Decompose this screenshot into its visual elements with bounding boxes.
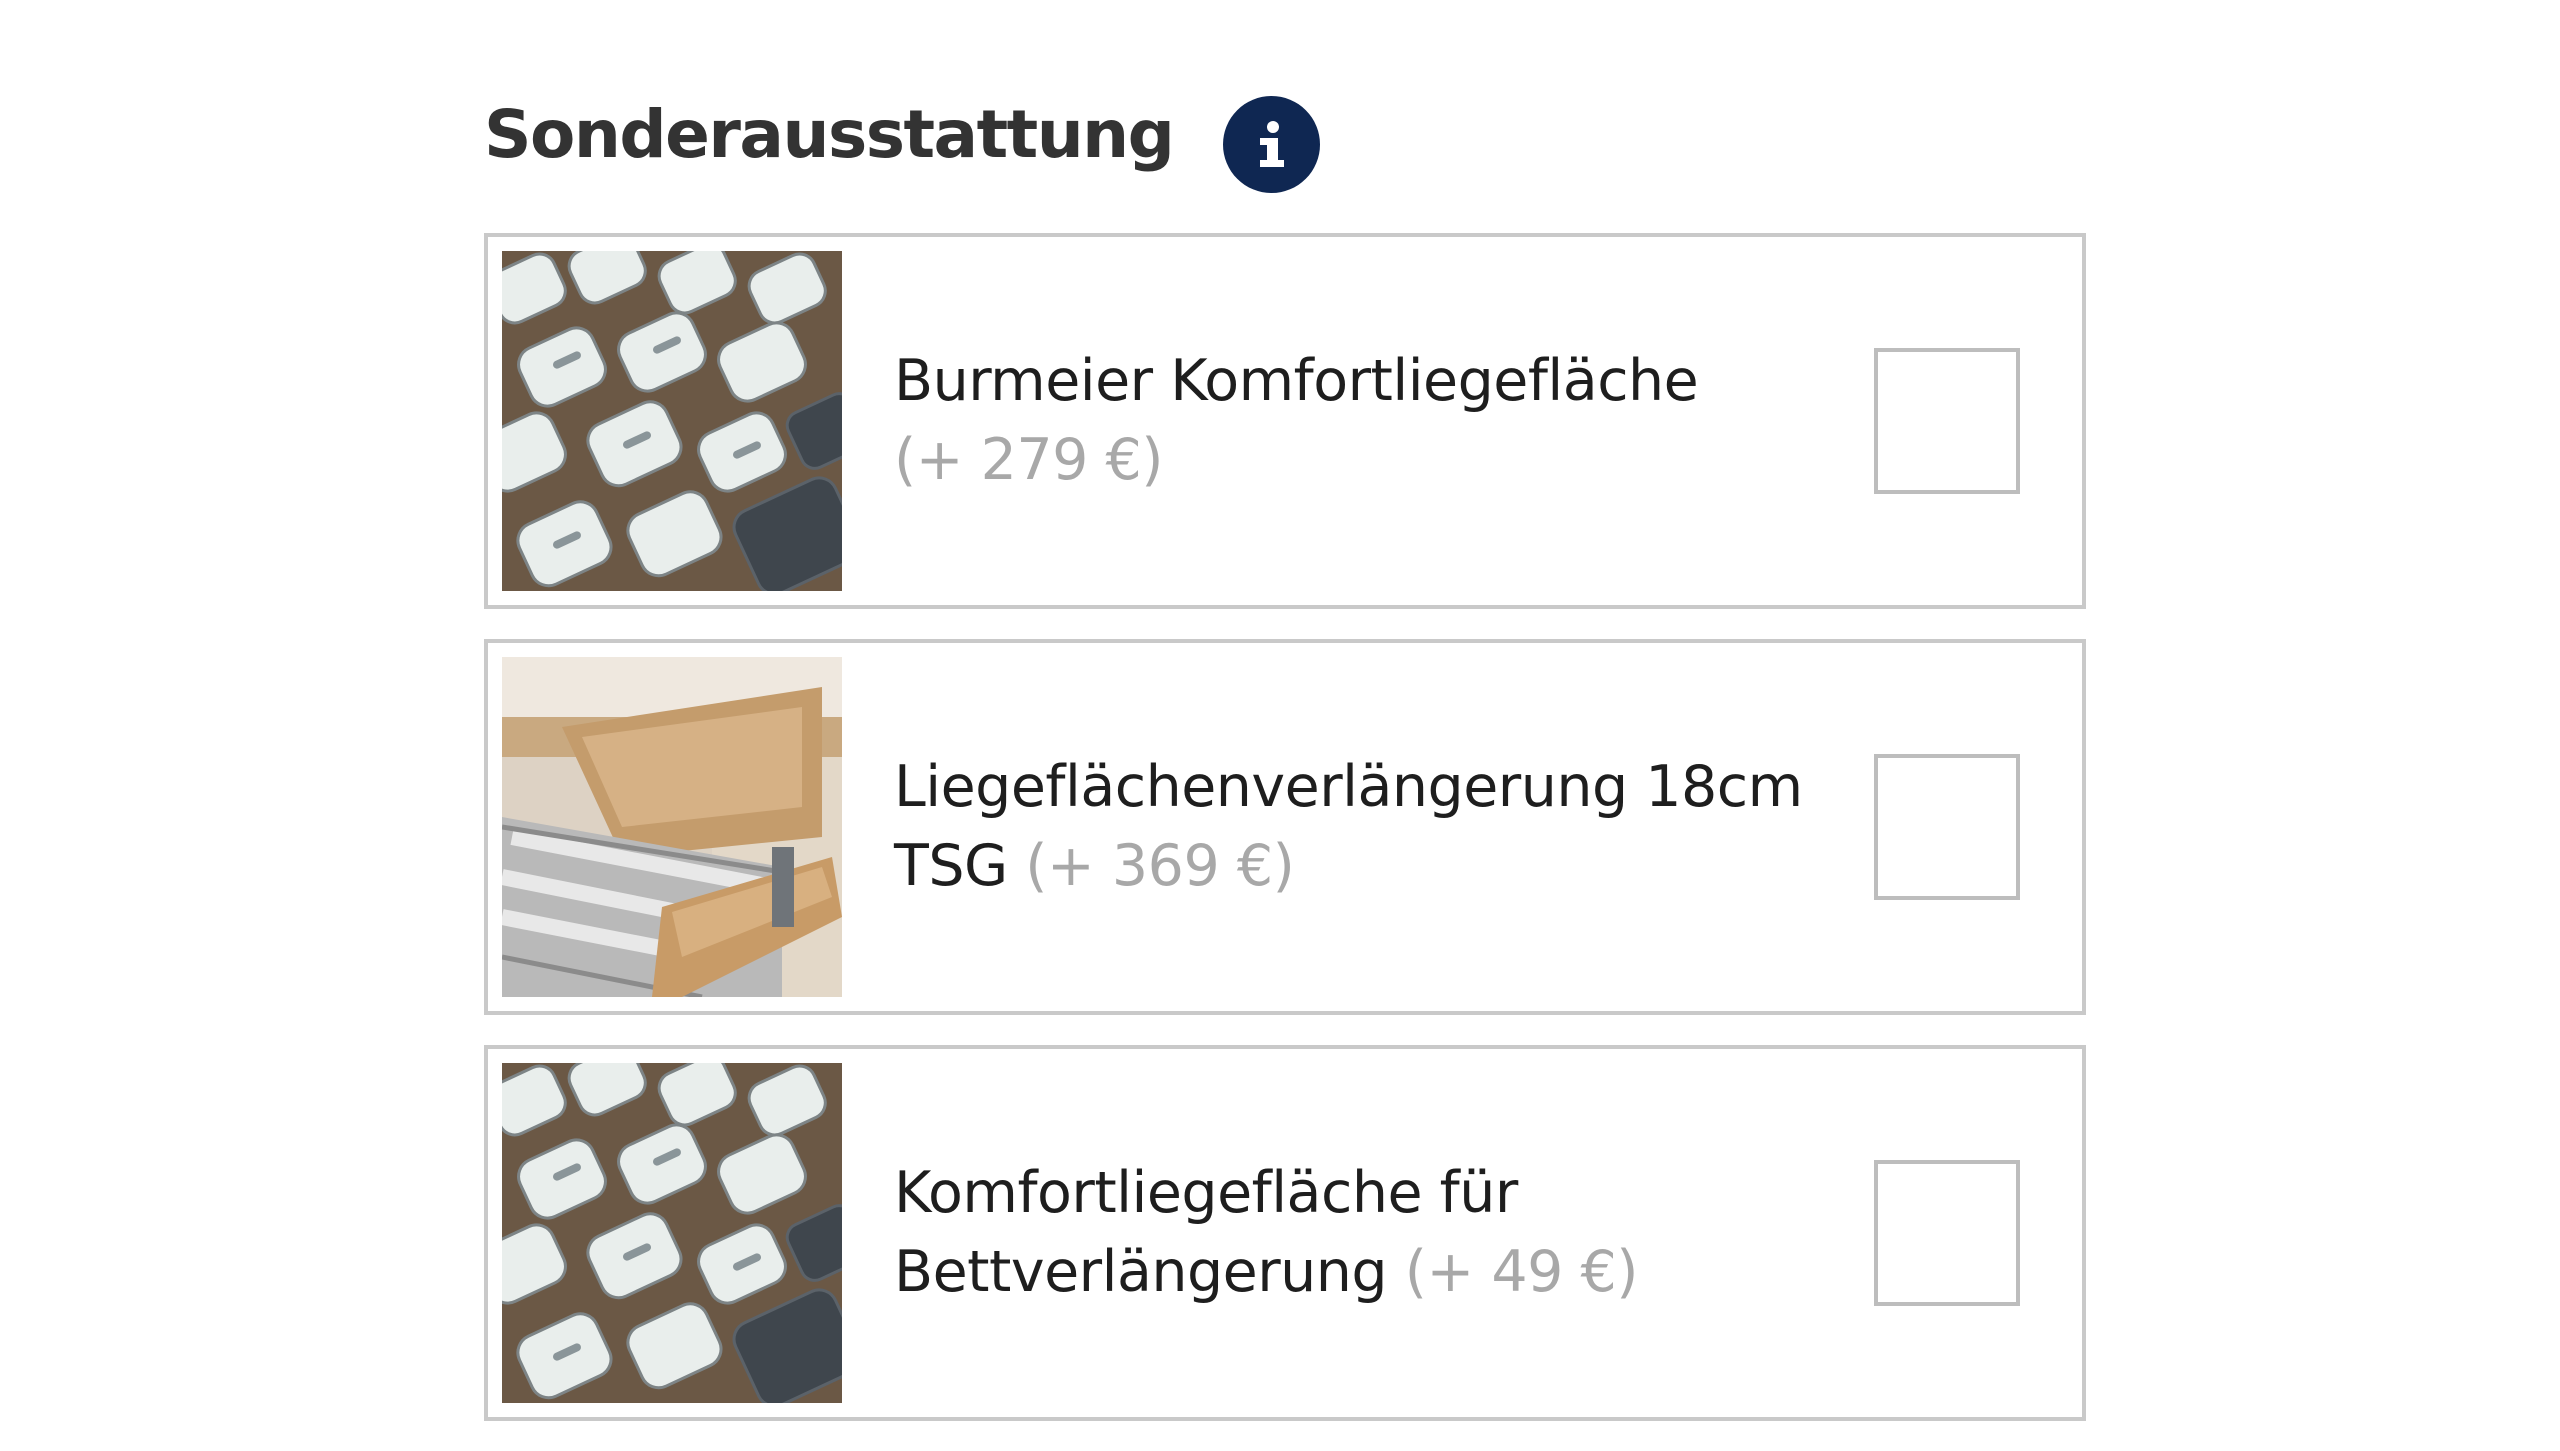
section-header: Sonderausstattung (484, 70, 2086, 200)
option-card-liegeflaechenverlaengerung[interactable]: Liegeflächenverlängerung 18cm TSG (+ 369… (484, 639, 2086, 1015)
option-price: (+ 369 €) (1025, 833, 1295, 899)
option-name: Liegeflächenverlängerung 18cm (894, 754, 1803, 820)
bed-frame-extension-photo (502, 657, 842, 997)
option-name-extra: Bettverlängerung (894, 1239, 1388, 1305)
option-checkbox[interactable] (1874, 348, 2020, 494)
option-card-komfortliegeflaeche[interactable]: Burmeier Komfortliegefläche (+ 279 €) (484, 233, 2086, 609)
info-icon (1259, 121, 1284, 167)
option-label: Burmeier Komfortliegefläche (+ 279 €) (894, 342, 1834, 500)
option-price: (+ 279 €) (894, 427, 1164, 493)
option-price: (+ 49 €) (1404, 1239, 1639, 1305)
option-name: Komfortliegefläche für (894, 1160, 1518, 1226)
option-label: Komfortliegefläche für Bettverlängerung … (894, 1154, 1834, 1312)
option-checkbox[interactable] (1874, 1160, 2020, 1306)
special-equipment-section: Sonderausstattung Burmeier Komfortliegef… (484, 70, 2086, 1451)
section-title: Sonderausstattung (484, 96, 1175, 173)
option-label: Liegeflächenverlängerung 18cm TSG (+ 369… (894, 748, 1834, 906)
option-name: Burmeier Komfortliegefläche (894, 348, 1699, 414)
option-card-komfortliegeflaeche-bettverlaengerung[interactable]: Komfortliegefläche für Bettverlängerung … (484, 1045, 2086, 1421)
slatted-frame-caps-photo (502, 251, 842, 591)
option-checkbox[interactable] (1874, 754, 2020, 900)
options-list: Burmeier Komfortliegefläche (+ 279 €) Li… (484, 233, 2086, 1421)
info-button[interactable] (1223, 95, 1321, 193)
slatted-frame-caps-photo (502, 1063, 842, 1403)
option-name-extra: TSG (894, 833, 1008, 899)
